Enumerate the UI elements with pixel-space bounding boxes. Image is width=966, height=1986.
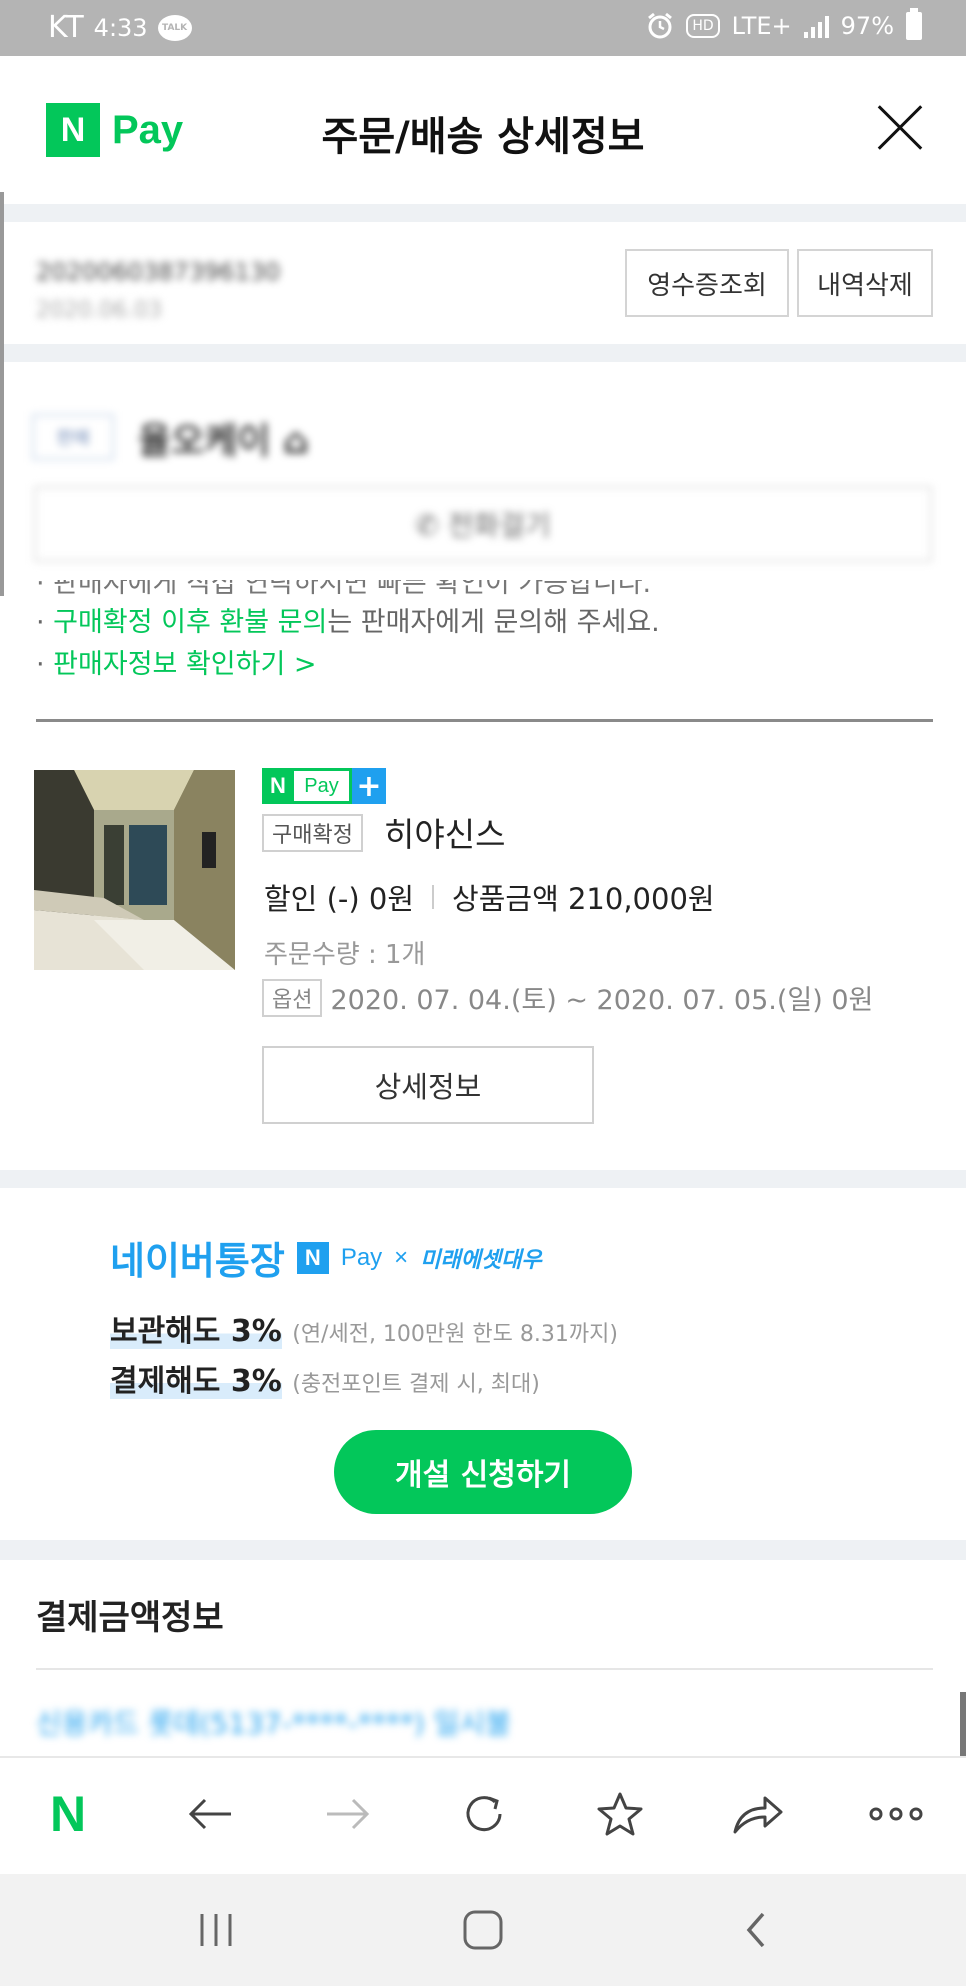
order-quantity: 주문수량 : 1개: [264, 940, 426, 970]
star-icon[interactable]: [580, 1784, 660, 1844]
price-row: 할인 (-) 0원 상품금액 210,000원: [264, 876, 715, 918]
battery-percent: 97%: [840, 12, 894, 40]
product-name[interactable]: 히야신스: [384, 808, 505, 856]
naver-n-glyph: N: [49, 1786, 87, 1842]
delete-history-button[interactable]: 내역삭제: [797, 249, 933, 317]
card-payment-line: 신용카드 롯데(5137-****-****) 일시불: [36, 1707, 511, 1740]
back-icon[interactable]: [716, 1900, 796, 1960]
separator: [432, 885, 435, 909]
divider: [36, 719, 933, 722]
carrier-label: KT: [48, 10, 84, 45]
home-icon[interactable]: [443, 1900, 523, 1960]
times-sign: ×: [394, 1243, 409, 1271]
hd-voice-icon: HD: [686, 14, 720, 38]
seller-info-link[interactable]: 판매자정보 확인하기 >: [53, 649, 316, 680]
ad-benefit-payment: 결제해도 3% (충전포인트 결제 시, 최대): [110, 1356, 540, 1400]
close-icon[interactable]: [870, 100, 926, 156]
scroll-edge-indicator: [0, 192, 4, 596]
payment-info-section: 결제금액정보 신용카드 롯데(5137-****-****) 일시불: [0, 1560, 966, 1760]
notice-line-refund: · 구매확정 이후 환불 문의는 판매자에게 문의해 주세요.: [36, 602, 936, 644]
ad-title-text: 네이버통장: [110, 1239, 285, 1283]
section-divider: [0, 344, 966, 362]
product-thumbnail[interactable]: [34, 770, 235, 970]
option-value: 2020. 07. 04.(토) ~ 2020. 07. 05.(일) 0원: [330, 985, 874, 1016]
order-summary: 2020060387396130 2020.06.03 영수증조회 내역삭제: [0, 222, 966, 344]
receipt-button[interactable]: 영수증조회: [625, 249, 789, 317]
recent-apps-icon[interactable]: [176, 1900, 256, 1960]
seller-name: 율오케이 ⌂: [138, 421, 309, 462]
page-title: 주문/배송 상세정보: [321, 114, 645, 160]
refund-highlight: 구매확정 이후 환불 문의: [53, 607, 328, 638]
notice-line-seller-info: · 판매자정보 확인하기 >: [36, 644, 936, 686]
benefit-main: 보관해도 3%: [110, 1314, 282, 1349]
call-seller-button[interactable]: ✆ 전화걸기: [34, 486, 932, 562]
benefit-note: (충전포인트 결제 시, 최대): [292, 1372, 540, 1397]
benefit-main: 결제해도 3%: [110, 1364, 282, 1399]
benefit-note: (연/세전, 100만원 한도 8.31까지): [292, 1322, 618, 1347]
plus-icon: +: [352, 768, 386, 804]
bullet: ·: [36, 607, 54, 638]
section-divider: [0, 204, 966, 222]
bullet: ·: [36, 649, 54, 680]
seller-notices: · 판매자에게 직접 연락하시면 빠른 확인이 가능합니다. · 구매확정 이후…: [36, 580, 936, 686]
seller-tag: 판매: [32, 414, 114, 460]
open-account-button[interactable]: 개설 신청하기: [334, 1430, 632, 1514]
payment-info-title: 결제금액정보: [36, 1598, 224, 1638]
back-arrow-icon[interactable]: [170, 1784, 250, 1844]
refresh-icon[interactable]: [444, 1784, 524, 1844]
pay-text: Pay: [340, 1243, 383, 1271]
forward-arrow-icon[interactable]: [308, 1784, 388, 1844]
purchase-status-badge: 구매확정: [262, 814, 363, 852]
network-label: LTE+: [731, 12, 792, 40]
divider: [36, 1668, 933, 1670]
order-number: 2020060387396130: [36, 258, 281, 286]
option-badge: 옵션: [262, 978, 323, 1017]
naver-n-icon: N: [262, 768, 294, 804]
product-price: 상품금액 210,000원: [452, 882, 715, 916]
status-bar: KT 4:33 TALK HD LTE+ 97%: [0, 0, 966, 56]
browser-toolbar: N: [0, 1756, 966, 1874]
share-icon[interactable]: [718, 1784, 798, 1844]
npay-plus-badge: N Pay +: [262, 768, 386, 804]
alarm-icon: [648, 12, 673, 39]
naver-home-icon[interactable]: N: [28, 1784, 108, 1844]
discount-amount: 할인 (-) 0원: [264, 882, 415, 916]
order-date: 2020.06.03: [36, 298, 162, 323]
page-header: N Pay 주문/배송 상세정보: [0, 56, 966, 204]
status-right: HD LTE+ 97%: [646, 8, 922, 40]
refund-text: 는 판매자에게 문의해 주세요.: [327, 607, 660, 638]
section-divider: [0, 1540, 966, 1560]
pay-text: Pay: [294, 768, 352, 804]
option-row: 옵션 2020. 07. 04.(토) ~ 2020. 07. 05.(일) 0…: [262, 978, 873, 1017]
kakaotalk-icon: TALK: [157, 14, 192, 41]
naver-n-icon: N: [296, 1241, 329, 1274]
room-photo: [34, 770, 235, 970]
seller-box: 판매 율오케이 ⌂ ✆ 전화걸기: [0, 362, 966, 594]
detail-info-button[interactable]: 상세정보: [262, 1046, 594, 1124]
ad-benefit-storage: 보관해도 3% (연/세전, 100만원 한도 8.31까지): [110, 1306, 618, 1350]
signal-icon: [803, 14, 829, 38]
partner-name: 미래에셋대우: [420, 1247, 542, 1273]
battery-icon: [906, 8, 922, 40]
status-left: KT 4:33 TALK: [48, 10, 192, 45]
section-divider: [0, 1170, 966, 1188]
notice-line-contact: · 판매자에게 직접 연락하시면 빠른 확인이 가능합니다.: [36, 580, 652, 599]
status-time: 4:33: [93, 13, 148, 42]
naver-account-ad-banner[interactable]: 네이버통장 N Pay × 미래에셋대우 보관해도 3% (연/세전, 100만…: [0, 1188, 966, 1540]
android-nav-bar: [0, 1874, 966, 1986]
more-icon[interactable]: [856, 1784, 936, 1844]
ad-title: 네이버통장 N Pay × 미래에셋대우: [110, 1230, 542, 1285]
